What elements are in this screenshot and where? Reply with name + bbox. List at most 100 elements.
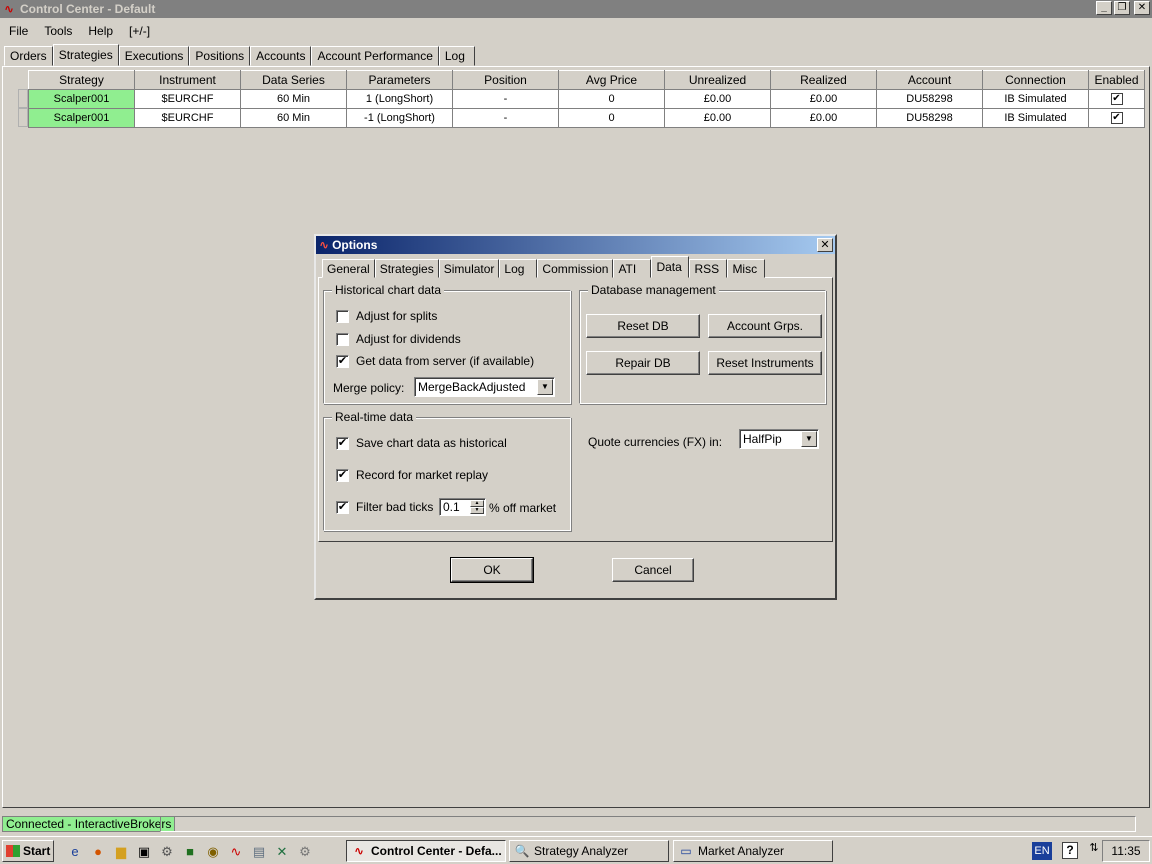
ninja-icon[interactable]: ∿ [227, 843, 245, 860]
firefox-icon[interactable]: ● [89, 843, 107, 860]
tab-data[interactable]: Data [651, 256, 690, 278]
get-from-server-option[interactable]: ✔ Get data from server (if available) [336, 354, 534, 368]
tab-simulator[interactable]: Simulator [438, 259, 500, 278]
cell-data-series[interactable]: 60 Min [240, 89, 347, 109]
folder-icon[interactable]: ▆ [112, 843, 130, 860]
cell-position[interactable]: - [452, 89, 559, 109]
col-avg-price[interactable]: Avg Price [558, 70, 665, 90]
tab-log[interactable]: Log [438, 46, 475, 66]
cell-position[interactable]: - [452, 108, 559, 128]
account-groups-button[interactable]: Account Grps. [708, 314, 822, 338]
menu-expand[interactable]: [+/-] [122, 24, 157, 38]
calculator-icon[interactable]: ▤ [250, 843, 268, 860]
ie-icon[interactable]: e [66, 843, 84, 860]
col-connection[interactable]: Connection [982, 70, 1089, 90]
gear-icon[interactable]: ⚙ [296, 843, 314, 860]
menu-help[interactable]: Help [81, 24, 120, 38]
quote-currencies-select[interactable]: HalfPip ▼ [739, 429, 819, 449]
adjust-dividends-checkbox[interactable] [336, 332, 349, 346]
tab-general[interactable]: General [322, 259, 375, 278]
cell-unrealized[interactable]: £0.00 [664, 108, 771, 128]
taskbar-market-analyzer[interactable]: ▭ Market Analyzer [673, 840, 833, 862]
cell-strategy[interactable]: Scalper001 [28, 89, 135, 109]
cell-connection[interactable]: IB Simulated [982, 108, 1089, 128]
save-historical-option[interactable]: ✔ Save chart data as historical [336, 436, 507, 450]
close-button[interactable]: ✕ [1134, 1, 1150, 15]
menu-tools[interactable]: Tools [37, 24, 79, 38]
col-unrealized[interactable]: Unrealized [664, 70, 771, 90]
cell-realized[interactable]: £0.00 [770, 89, 877, 109]
tab-misc[interactable]: Misc [727, 259, 766, 278]
cell-instrument[interactable]: $EURCHF [134, 108, 241, 128]
record-replay-checkbox[interactable]: ✔ [336, 468, 349, 482]
table-row[interactable]: Scalper001 $EURCHF 60 Min 1 (LongShort) … [28, 89, 1145, 109]
col-parameters[interactable]: Parameters [346, 70, 453, 90]
dialog-titlebar[interactable]: ∿ Options [316, 236, 835, 254]
cell-instrument[interactable]: $EURCHF [134, 89, 241, 109]
restore-button[interactable]: ❐ [1114, 1, 1130, 15]
editor-icon[interactable]: ■ [181, 843, 199, 860]
tab-executions[interactable]: Executions [118, 46, 190, 66]
network-icon[interactable]: ⚙ [158, 843, 176, 860]
taskbar-strategy-analyzer[interactable]: 🔍 Strategy Analyzer [509, 840, 669, 862]
tab-commission[interactable]: Commission [537, 259, 614, 278]
tab-strategies[interactable]: Strategies [374, 259, 439, 278]
taskbar-control-center[interactable]: ∿ Control Center - Defa... [346, 840, 506, 862]
tab-ati[interactable]: ATI [613, 259, 652, 278]
clock[interactable]: 11:35 [1102, 840, 1150, 862]
language-indicator[interactable]: EN [1032, 842, 1052, 860]
menu-file[interactable]: File [2, 24, 35, 38]
console-icon[interactable]: ▣ [135, 843, 153, 860]
col-instrument[interactable]: Instrument [134, 70, 241, 90]
tab-orders[interactable]: Orders [4, 46, 53, 66]
tab-strategies[interactable]: Strategies [52, 44, 119, 66]
col-account[interactable]: Account [876, 70, 983, 90]
tab-rss[interactable]: RSS [689, 259, 728, 278]
cell-connection[interactable]: IB Simulated [982, 89, 1089, 109]
spin-down-icon[interactable]: ▼ [470, 507, 484, 514]
adjust-splits-option[interactable]: Adjust for splits [336, 309, 437, 323]
row-header[interactable] [18, 89, 28, 108]
col-position[interactable]: Position [452, 70, 559, 90]
tab-log[interactable]: Log [499, 259, 538, 278]
ok-button[interactable]: OK [450, 557, 534, 583]
excel-icon[interactable]: ✕ [273, 843, 291, 860]
get-from-server-checkbox[interactable]: ✔ [336, 354, 349, 368]
cell-parameters[interactable]: -1 (LongShort) [346, 108, 453, 128]
reset-db-button[interactable]: Reset DB [586, 314, 700, 338]
adjust-dividends-option[interactable]: Adjust for dividends [336, 332, 461, 346]
tool-icon[interactable]: ◉ [204, 843, 222, 860]
col-data-series[interactable]: Data Series [240, 70, 347, 90]
cell-data-series[interactable]: 60 Min [240, 108, 347, 128]
enabled-checkbox[interactable]: ✔ [1110, 112, 1123, 125]
cell-account[interactable]: DU58298 [876, 108, 983, 128]
filter-bad-ticks-option[interactable]: ✔ Filter bad ticks [336, 500, 433, 514]
minimize-button[interactable]: _ [1096, 1, 1112, 15]
col-strategy[interactable]: Strategy [28, 70, 135, 90]
cell-strategy[interactable]: Scalper001 [28, 108, 135, 128]
dialog-close-button[interactable]: ✕ [817, 238, 833, 252]
spin-up-icon[interactable]: ▲ [470, 500, 484, 507]
row-header[interactable] [18, 108, 28, 127]
tab-accounts[interactable]: Accounts [250, 46, 312, 66]
table-row[interactable]: Scalper001 $EURCHF 60 Min -1 (LongShort)… [28, 108, 1145, 128]
filter-value-stepper[interactable]: 0.1 ▲ ▼ [439, 498, 486, 516]
cancel-button[interactable]: Cancel [612, 558, 694, 582]
tab-positions[interactable]: Positions [189, 46, 251, 66]
enabled-checkbox[interactable]: ✔ [1110, 93, 1123, 106]
filter-bad-ticks-checkbox[interactable]: ✔ [336, 500, 349, 514]
merge-policy-select[interactable]: MergeBackAdjusted ▼ [414, 377, 555, 397]
tab-account-performance[interactable]: Account Performance [311, 46, 439, 66]
record-replay-option[interactable]: ✔ Record for market replay [336, 468, 488, 482]
chevron-down-icon[interactable]: ▼ [801, 431, 817, 447]
help-icon[interactable]: ? [1062, 842, 1078, 859]
network-tray-icon[interactable]: ⇅ [1087, 841, 1101, 854]
col-enabled[interactable]: Enabled [1088, 70, 1145, 90]
reset-instruments-button[interactable]: Reset Instruments [708, 351, 822, 375]
cell-avg-price[interactable]: 0 [558, 108, 665, 128]
cell-unrealized[interactable]: £0.00 [664, 89, 771, 109]
cell-account[interactable]: DU58298 [876, 89, 983, 109]
col-realized[interactable]: Realized [770, 70, 877, 90]
chevron-down-icon[interactable]: ▼ [537, 379, 553, 395]
cell-realized[interactable]: £0.00 [770, 108, 877, 128]
